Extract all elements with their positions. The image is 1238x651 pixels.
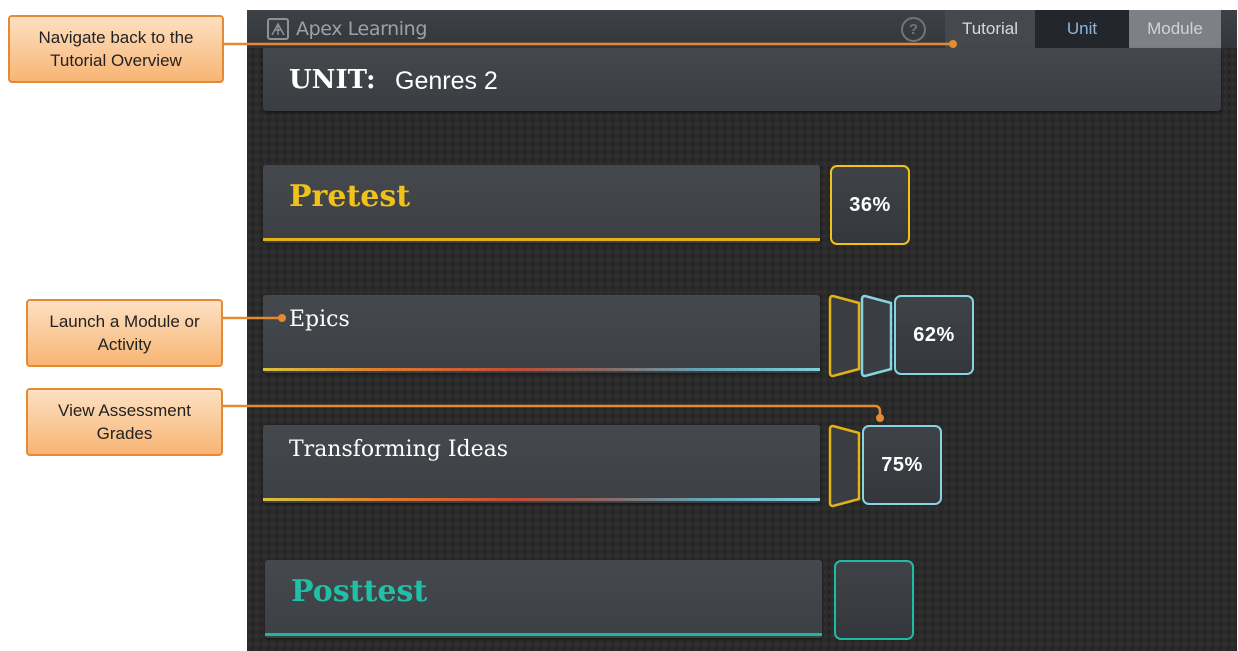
callout-navigate-back: Navigate back to the Tutorial Overview [8, 15, 224, 83]
callout-launch-module: Launch a Module or Activity [26, 299, 223, 367]
callout-assessment-grades: View Assessment Grades [26, 388, 223, 456]
